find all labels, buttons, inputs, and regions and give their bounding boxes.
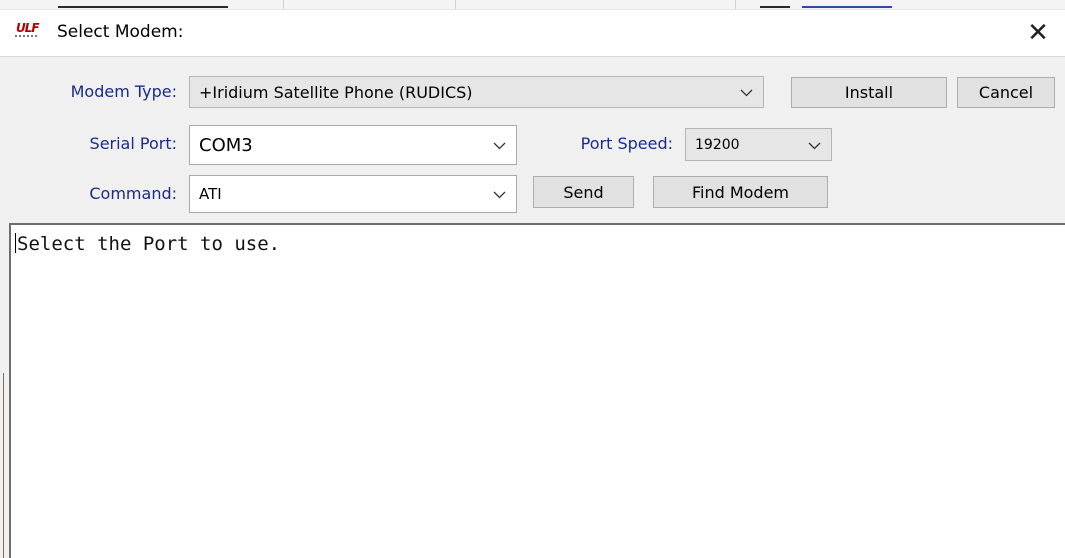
modem-type-value: +Iridium Satellite Phone (RUDICS) bbox=[199, 82, 473, 102]
modem-app-icon: ULF bbox=[13, 21, 43, 43]
command-input[interactable]: ATI bbox=[189, 175, 517, 213]
close-icon[interactable]: ✕ bbox=[1023, 18, 1053, 48]
background-divider bbox=[283, 0, 284, 9]
modem-settings-panel: Modem Type: +Iridium Satellite Phone (RU… bbox=[0, 56, 1065, 223]
serial-port-label: Serial Port: bbox=[89, 134, 177, 153]
chevron-down-icon bbox=[493, 142, 506, 150]
background-link-fragment bbox=[802, 0, 892, 8]
text-caret bbox=[15, 233, 16, 253]
dialog-titlebar[interactable]: ULF Select Modem: ✕ bbox=[0, 10, 1065, 55]
modem-output-console[interactable]: Select the Port to use. bbox=[9, 223, 1065, 558]
serial-port-value: COM3 bbox=[199, 134, 253, 156]
background-divider bbox=[455, 0, 456, 9]
port-speed-value: 19200 bbox=[695, 136, 740, 153]
find-modem-button[interactable]: Find Modem bbox=[653, 176, 828, 208]
background-divider bbox=[735, 0, 736, 9]
modem-type-select[interactable]: +Iridium Satellite Phone (RUDICS) bbox=[189, 76, 764, 108]
chevron-down-icon bbox=[740, 89, 753, 97]
background-text-fragment bbox=[58, 0, 228, 8]
cancel-button[interactable]: Cancel bbox=[957, 77, 1055, 108]
background-window-strip bbox=[0, 0, 1065, 10]
serial-port-select[interactable]: COM3 bbox=[189, 125, 517, 165]
install-button[interactable]: Install bbox=[791, 77, 947, 108]
command-label: Command: bbox=[89, 184, 177, 203]
send-button[interactable]: Send bbox=[533, 176, 634, 208]
left-window-edge bbox=[0, 223, 9, 558]
dialog-title: Select Modem: bbox=[57, 22, 184, 42]
chevron-down-icon bbox=[493, 191, 506, 199]
chevron-down-icon bbox=[808, 142, 821, 149]
background-text-fragment bbox=[760, 0, 790, 8]
modem-type-label: Modem Type: bbox=[70, 82, 177, 101]
command-value: ATI bbox=[199, 185, 222, 203]
port-speed-select[interactable]: 19200 bbox=[685, 128, 832, 161]
output-text: Select the Port to use. bbox=[17, 233, 281, 255]
port-speed-label: Port Speed: bbox=[580, 134, 673, 153]
